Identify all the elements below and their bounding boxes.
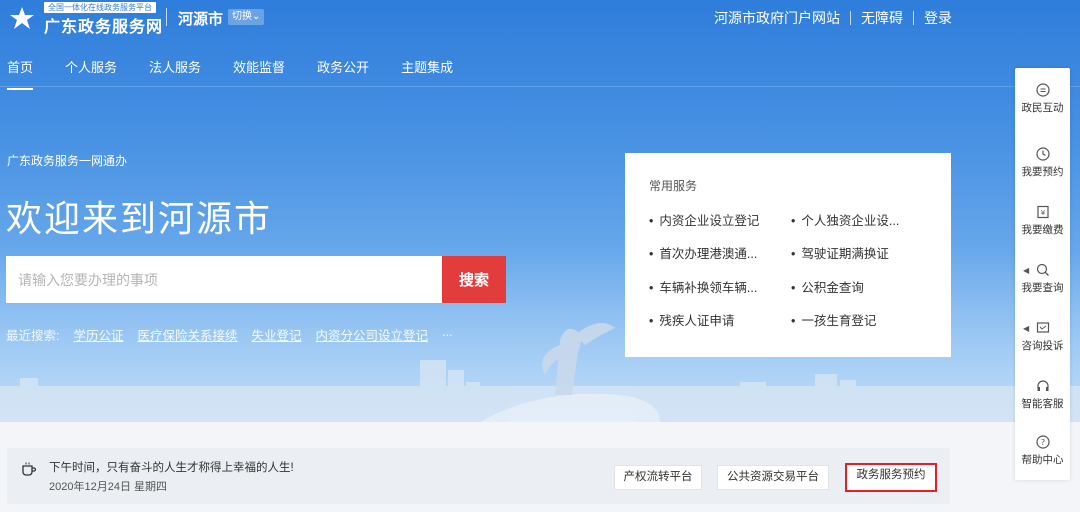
chat-icon	[1035, 83, 1050, 97]
toolbar-payment-label: 我要缴费	[1021, 224, 1064, 236]
gov-portal-link[interactable]: 河源市政府门户网站	[714, 8, 840, 28]
search-icon	[1036, 263, 1049, 276]
toolbar-help[interactable]: ? 帮助中心	[1015, 434, 1070, 467]
recent-search-more[interactable]: ...	[442, 325, 452, 344]
help-icon: ?	[1035, 435, 1050, 449]
recent-search-link[interactable]: 医疗保险关系接续	[138, 325, 238, 344]
service-link[interactable]: 残疾人证申请	[649, 310, 734, 329]
recent-search-link[interactable]: 内资分公司设立登记	[316, 325, 429, 344]
clock-icon	[1035, 147, 1050, 161]
service-appointment-button[interactable]: 政务服务预约	[845, 463, 937, 492]
right-float-toolbar: 政民互动 我要预约 ¥ 我要缴费 ◀ 我要查询 ◀ 咨询投诉 智能客服 ? 帮助…	[1015, 68, 1070, 480]
common-services-title: 常用服务	[649, 179, 698, 193]
current-city: 河源市	[178, 11, 224, 28]
current-date: 2020年12月24日 星期四	[49, 481, 167, 493]
toolbar-payment[interactable]: ¥ 我要缴费	[1015, 204, 1070, 237]
toolbar-interaction[interactable]: 政民互动	[1015, 82, 1070, 115]
svg-text:¥: ¥	[1040, 209, 1045, 217]
toolbar-interaction-label: 政民互动	[1021, 102, 1064, 114]
caret-left-icon: ◀	[1023, 266, 1030, 275]
toolbar-query[interactable]: ◀ 我要查询	[1015, 262, 1070, 295]
public-resource-button[interactable]: 公共资源交易平台	[717, 465, 829, 490]
service-link[interactable]: 个人独资企业设...	[791, 210, 899, 229]
nav-home[interactable]: 首页	[7, 57, 34, 90]
service-link[interactable]: 首次办理港澳通...	[649, 243, 757, 262]
service-link[interactable]: 一孩生育登记	[791, 310, 876, 329]
top-link-divider	[913, 11, 914, 25]
greeting-quote: 下午时间，只有奋斗的人生才称得上幸福的人生!	[49, 462, 294, 474]
main-nav: 首页 个人服务 法人服务 效能监督 政务公开 主题集成	[7, 57, 485, 90]
caret-left-icon: ◀	[1023, 324, 1030, 333]
svg-text:?: ?	[1040, 438, 1044, 447]
payment-icon: ¥	[1036, 205, 1049, 219]
header-divider	[166, 8, 167, 26]
greeting-bar: 下午时间，只有奋斗的人生才称得上幸福的人生! 2020年12月24日 星期四 产…	[7, 448, 950, 504]
search-input[interactable]	[6, 256, 443, 303]
coffee-cup-icon	[22, 462, 37, 476]
toolbar-complaint[interactable]: ◀ 咨询投诉	[1015, 320, 1070, 353]
nav-efficiency-supervision[interactable]: 效能监督	[233, 57, 285, 76]
toolbar-help-label: 帮助中心	[1021, 454, 1064, 466]
headset-icon	[1036, 380, 1049, 391]
chevron-down-icon: ⌄	[252, 11, 261, 22]
toolbar-query-label: 我要查询	[1021, 282, 1064, 294]
login-link[interactable]: 登录	[924, 8, 952, 28]
search-button[interactable]: 搜索	[442, 256, 506, 303]
nav-government-affairs[interactable]: 政务公开	[317, 57, 369, 76]
accessibility-link[interactable]: 无障碍	[861, 8, 903, 28]
toolbar-appointment-label: 我要预约	[1021, 166, 1064, 178]
nav-divider	[0, 86, 1080, 87]
city-switch-button[interactable]: 切换⌄	[228, 9, 265, 25]
top-link-divider	[850, 11, 851, 25]
top-links: 河源市政府门户网站 无障碍 登录	[714, 8, 952, 28]
service-link[interactable]: 车辆补换领车辆...	[649, 277, 757, 296]
service-link[interactable]: 公积金查询	[791, 277, 864, 296]
toolbar-smart-service-label: 智能客服	[1021, 398, 1064, 410]
nav-personal-service[interactable]: 个人服务	[65, 57, 117, 76]
recent-search-link[interactable]: 学历公证	[73, 325, 123, 344]
property-transfer-button[interactable]: 产权流转平台	[614, 465, 702, 490]
nav-theme-integration[interactable]: 主题集成	[401, 57, 453, 76]
toolbar-complaint-label: 咨询投诉	[1021, 340, 1064, 352]
nav-corporate-service[interactable]: 法人服务	[149, 57, 201, 76]
service-link[interactable]: 内资企业设立登记	[649, 210, 759, 229]
toolbar-smart-service[interactable]: 智能客服	[1015, 378, 1070, 411]
service-link[interactable]: 驾驶证期满换证	[791, 243, 889, 262]
toolbar-appointment[interactable]: 我要预约	[1015, 146, 1070, 179]
city-switch-label: 切换	[232, 11, 252, 22]
message-box-icon	[1036, 322, 1049, 333]
recent-searches-label: 最近搜索:	[6, 329, 60, 343]
common-services-card: 常用服务 内资企业设立登记 个人独资企业设... 首次办理港澳通... 驾驶证期…	[625, 153, 951, 357]
recent-searches: 最近搜索: 学历公证 医疗保险关系接续 失业登记 内资分公司设立登记 ...	[6, 325, 452, 344]
recent-search-link[interactable]: 失业登记	[252, 325, 302, 344]
hero-tagline: 广东政务服务一网通办	[7, 154, 128, 168]
logo-title[interactable]: 广东政务服务网	[44, 13, 163, 37]
logo-subtitle: 全国一体化在线政务服务平台	[44, 2, 156, 13]
welcome-heading: 欢迎来到河源市	[6, 198, 273, 239]
gd-logo-icon[interactable]	[8, 6, 36, 32]
